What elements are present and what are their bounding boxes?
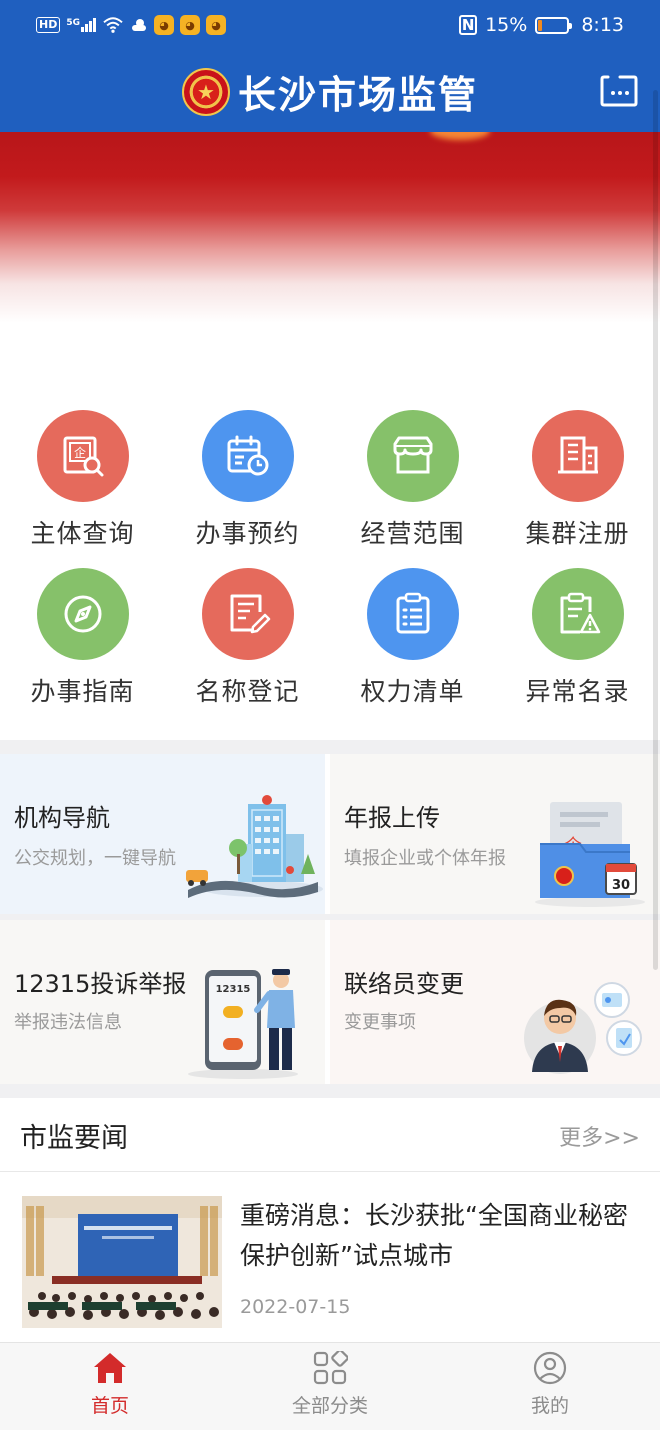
status-left: HD 5G ◕ ◕ ◕ xyxy=(36,13,226,37)
tab-categories[interactable]: 全部分类 xyxy=(270,1351,390,1418)
battery-percent: 15% xyxy=(485,14,528,36)
card-subtitle: 公交规划，一键导航 xyxy=(14,848,176,869)
card-title: 12315投诉举报 xyxy=(14,970,187,998)
network-type: 5G xyxy=(66,18,80,28)
phone-number: 12315 xyxy=(216,984,251,995)
police-phone-icon: 12315 xyxy=(188,969,298,1079)
service-appointment[interactable]: 办事预约 xyxy=(165,410,330,550)
service-power-list[interactable]: 权力清单 xyxy=(330,568,495,708)
card-annual-report[interactable]: 年报上传 填报企业或个体年报 企 30 xyxy=(330,754,660,914)
bottom-tab-bar: 首页 全部分类 我的 xyxy=(0,1342,660,1430)
card-complaint[interactable]: 12315投诉举报 举报违法信息 12315 xyxy=(0,920,325,1084)
card-title: 年报上传 xyxy=(344,804,440,832)
notification-app-icon: ◕ xyxy=(206,15,226,35)
scrollbar[interactable] xyxy=(653,90,658,970)
tab-label: 我的 xyxy=(530,1395,569,1417)
report-folder-icon: 企 30 xyxy=(535,802,645,907)
news-section-header: 市监要闻 更多>> xyxy=(0,1098,660,1172)
storefront-icon xyxy=(366,410,459,502)
enterprise-search-icon: 企 xyxy=(36,410,129,502)
service-abnormal-list[interactable]: 异常名录 xyxy=(495,568,660,708)
header-title-group: ★ 长沙市场监管 xyxy=(0,64,660,119)
more-link[interactable]: 更多>> xyxy=(559,1120,640,1152)
tab-label: 首页 xyxy=(90,1395,129,1417)
service-label: 经营范围 xyxy=(360,519,465,548)
notification-app-icon: ◕ xyxy=(180,15,200,35)
wifi-icon xyxy=(103,17,123,33)
home-icon xyxy=(94,1353,126,1383)
calendar-day: 30 xyxy=(612,878,630,893)
service-name-registration[interactable]: 名称登记 xyxy=(165,568,330,708)
checklist-icon xyxy=(366,568,459,660)
scan-icon[interactable] xyxy=(600,74,638,108)
service-label: 办事指南 xyxy=(30,677,135,706)
liaison-person-icon xyxy=(524,982,642,1074)
news-item[interactable]: 重磅消息：长沙获批“全国商业秘密保护创新”试点城市 2022-07-15 xyxy=(0,1172,660,1342)
service-entity-query[interactable]: 企 主体查询 xyxy=(0,410,165,550)
service-business-scope[interactable]: 经营范围 xyxy=(330,410,495,550)
status-bar: HD 5G ◕ ◕ ◕ N 15% 8:13 xyxy=(0,0,660,50)
service-label: 办事预约 xyxy=(195,519,300,548)
tab-profile[interactable]: 我的 xyxy=(490,1351,610,1418)
banner-highlight xyxy=(430,132,490,140)
service-grid: 企 主体查询 办事预约 经营范围 集群注册 办事指南 名称登记 权力清单 异常名… xyxy=(0,410,660,708)
banner[interactable] xyxy=(0,132,660,377)
section-divider xyxy=(0,1084,660,1098)
service-cluster-registration[interactable]: 集群注册 xyxy=(495,410,660,550)
card-subtitle: 填报企业或个体年报 xyxy=(344,848,506,869)
page-title: 长沙市场监管 xyxy=(237,73,478,117)
card-title: 联络员变更 xyxy=(344,970,464,998)
national-emblem-icon: ★ xyxy=(181,67,230,116)
service-label: 权力清单 xyxy=(360,677,465,706)
city-building-icon xyxy=(186,795,323,898)
card-title: 机构导航 xyxy=(14,804,110,832)
battery-level xyxy=(538,19,543,31)
service-label: 集群注册 xyxy=(525,519,630,548)
service-label: 异常名录 xyxy=(525,677,630,706)
section-title: 市监要闻 xyxy=(20,1123,128,1154)
news-thumbnail xyxy=(22,1196,222,1328)
app-header: ★ 长沙市场监管 xyxy=(0,50,660,132)
news-headline: 重磅消息：长沙获批“全国商业秘密保护创新”试点城市 xyxy=(240,1201,628,1270)
svg-text:企: 企 xyxy=(73,445,85,460)
clock: 8:13 xyxy=(581,14,624,36)
battery-icon xyxy=(535,16,573,34)
categories-icon xyxy=(313,1351,348,1385)
status-right: N 15% 8:13 xyxy=(459,13,624,37)
nfc-icon: N xyxy=(459,15,478,35)
tab-label: 全部分类 xyxy=(291,1395,368,1417)
section-divider xyxy=(0,740,660,754)
hd-indicator: HD xyxy=(36,17,61,33)
document-edit-icon xyxy=(201,568,294,660)
service-label: 名称登记 xyxy=(195,677,300,706)
calendar-clock-icon xyxy=(201,410,294,502)
weather-icon xyxy=(132,19,146,31)
card-org-navigation[interactable]: 机构导航 公交规划，一键导航 xyxy=(0,754,325,914)
service-label: 主体查询 xyxy=(30,519,135,548)
signal-icon: 5G xyxy=(66,18,96,32)
profile-icon xyxy=(533,1351,567,1385)
service-guide[interactable]: 办事指南 xyxy=(0,568,165,708)
tab-home[interactable]: 首页 xyxy=(50,1351,170,1418)
card-subtitle: 举报违法信息 xyxy=(14,1012,122,1033)
clipboard-warning-icon xyxy=(531,568,624,660)
news-date: 2022-07-15 xyxy=(240,1296,351,1318)
building-icon xyxy=(531,410,624,502)
notification-app-icon: ◕ xyxy=(154,15,174,35)
card-liaison-change[interactable]: 联络员变更 变更事项 xyxy=(330,920,660,1084)
compass-icon xyxy=(36,568,129,660)
card-subtitle: 变更事项 xyxy=(344,1012,416,1033)
